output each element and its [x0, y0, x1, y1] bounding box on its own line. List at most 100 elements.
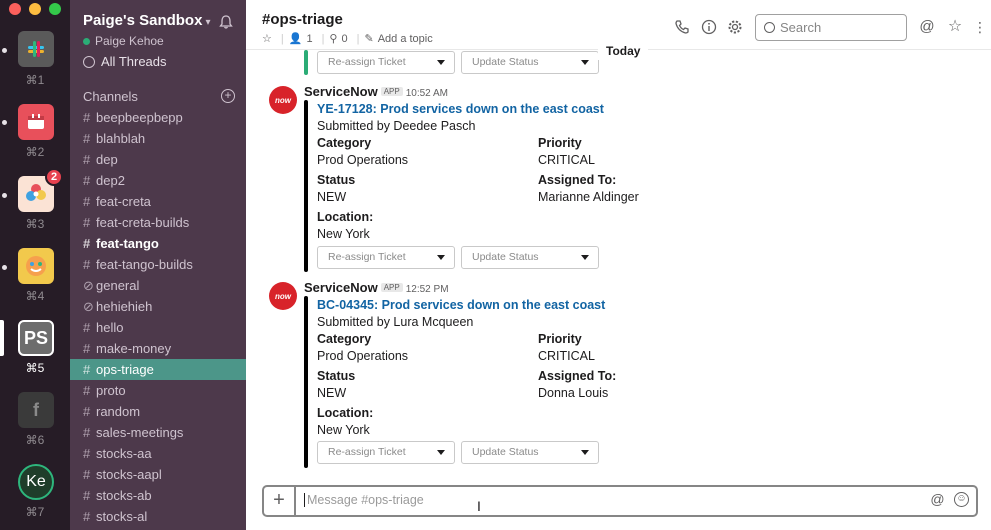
sidebar-channel-dep2[interactable]: # dep2 [70, 170, 246, 191]
channel-name: random [96, 404, 141, 419]
all-threads-link[interactable]: All Threads [83, 54, 167, 69]
ticket-link[interactable]: YE-17128: Prod services down on the east… [317, 102, 604, 116]
update-status-select[interactable]: Update Status [461, 246, 599, 269]
channel-name: hehiehieh [96, 299, 153, 314]
channels-header[interactable]: Channels [83, 89, 138, 104]
ticket-link[interactable]: BC-04345: Prod services down on the east… [317, 298, 605, 312]
hash-icon: # [83, 110, 91, 125]
sidebar-channel-hello[interactable]: # hello [70, 317, 246, 338]
workspace-selected-indicator [0, 320, 4, 356]
channel-name: proto [96, 383, 126, 398]
caret-down-icon [437, 255, 445, 260]
workspace-1-button[interactable] [18, 31, 54, 67]
channel-name: stocks-aa [96, 446, 152, 461]
calendar-app-icon [28, 114, 44, 129]
more-options-icon[interactable]: ⋮ [972, 19, 988, 35]
workspace-switcher: ⌘1 ⌘2 2 ⌘3 ⌘4 PS ⌘5 f ⌘6 Ke ⌘7 [0, 0, 70, 530]
message-header: ServiceNow APP 10:52 AM [304, 84, 448, 99]
workspace-3-shortcut: ⌘3 [25, 217, 45, 231]
workspace-7-shortcut: ⌘7 [25, 505, 45, 519]
channel-title[interactable]: #ops-triage [262, 11, 343, 28]
channel-name: stocks-al [96, 509, 148, 524]
workspace-1-shortcut: ⌘1 [25, 73, 45, 87]
sidebar-channel-feat-creta[interactable]: # feat-creta [70, 191, 246, 212]
workspace-7-button[interactable]: Ke [18, 464, 54, 500]
servicenow-avatar[interactable]: now [269, 86, 297, 114]
message-input[interactable]: Message #ops-triage [304, 493, 424, 507]
caret-down-icon [581, 450, 589, 455]
sidebar-channel-stocks-ab[interactable]: # stocks-ab [70, 485, 246, 506]
reassign-ticket-select[interactable]: Re-assign Ticket [317, 246, 455, 269]
emoji-icon[interactable]: ☺ [954, 492, 969, 507]
user-presence[interactable]: Paige Kehoe [83, 34, 164, 48]
add-topic-link[interactable]: Add a topic [378, 33, 433, 45]
workspace-5-button[interactable]: PS [18, 320, 54, 356]
select-label: Update Status [472, 56, 539, 68]
window-close-button[interactable] [9, 3, 21, 15]
pin-icon[interactable]: ⚲ [329, 32, 337, 45]
pinwheel-logo-icon [26, 184, 46, 201]
hash-icon: # [83, 257, 91, 272]
sidebar-channel-ops-triage[interactable]: # ops-triage [70, 359, 246, 380]
sidebar-channel-feat-tango-builds[interactable]: # feat-tango-builds [70, 254, 246, 275]
message-timestamp[interactable]: 12:52 PM [406, 284, 449, 295]
hash-icon: # [83, 488, 91, 503]
sidebar-channel-beepbeepbepp[interactable]: # beepbeepbepp [70, 107, 246, 128]
sidebar-channel-stocks-aapl[interactable]: # stocks-aapl [70, 464, 246, 485]
update-status-select[interactable]: Update Status [461, 441, 599, 464]
sidebar-channel-make-money[interactable]: # make-money [70, 338, 246, 359]
servicenow-avatar[interactable]: now [269, 282, 297, 310]
window-maximize-button[interactable] [49, 3, 61, 15]
workspace-unread-dot [2, 193, 7, 198]
hash-icon: # [83, 383, 91, 398]
mention-icon[interactable]: @ [930, 492, 945, 507]
sidebar-channel-general[interactable]: ⊘ general [70, 275, 246, 296]
channel-name: general [96, 278, 140, 293]
sidebar-channel-sales-meetings[interactable]: # sales-meetings [70, 422, 246, 443]
location-label: Location: [317, 210, 374, 224]
sender-name[interactable]: ServiceNow [304, 84, 378, 99]
member-count[interactable]: 1 [306, 33, 312, 45]
workspace-6-button[interactable]: f [18, 392, 54, 428]
app-badge: APP [380, 283, 403, 292]
hash-icon: # [83, 446, 91, 461]
sidebar-channel-stocks-al[interactable]: # stocks-al [70, 506, 246, 527]
search-input[interactable]: Search [755, 14, 907, 41]
workspace-2-button[interactable] [18, 104, 54, 140]
category-label: Category [317, 332, 372, 346]
channel-name: make-money [96, 341, 172, 356]
gear-icon[interactable] [727, 19, 743, 35]
phone-icon[interactable] [674, 19, 690, 35]
message-timestamp[interactable]: 10:52 AM [406, 88, 448, 99]
mentions-icon[interactable]: @ [919, 19, 935, 35]
category-label: Category [317, 136, 372, 150]
star-icon[interactable]: ☆ [262, 32, 272, 45]
attachment-bar [304, 100, 308, 272]
hash-icon: # [83, 467, 91, 482]
members-icon[interactable]: 👤 [289, 32, 303, 45]
reassign-ticket-select[interactable]: Re-assign Ticket [317, 441, 455, 464]
update-status-select[interactable]: Update Status [461, 51, 599, 74]
sidebar-channel-feat-tango[interactable]: # feat-tango [70, 233, 246, 254]
team-menu-button[interactable]: Paige's Sandbox ▾ [83, 12, 210, 29]
sidebar-channel-blahblah[interactable]: # blahblah [70, 128, 246, 149]
workspace-4-button[interactable] [18, 248, 54, 284]
plus-icon[interactable]: + [264, 487, 296, 515]
sidebar-channel-hehiehieh[interactable]: ⊘ hehiehieh [70, 296, 246, 317]
window-minimize-button[interactable] [29, 3, 41, 15]
sidebar-channel-proto[interactable]: # proto [70, 380, 246, 401]
bell-icon[interactable] [218, 14, 234, 30]
sender-name[interactable]: ServiceNow [304, 280, 378, 295]
sidebar-channel-feat-creta-builds[interactable]: # feat-creta-builds [70, 212, 246, 233]
reassign-ticket-select[interactable]: Re-assign Ticket [317, 51, 455, 74]
select-label: Re-assign Ticket [328, 56, 406, 68]
sidebar-channel-stocks-aa[interactable]: # stocks-aa [70, 443, 246, 464]
star-outline-icon[interactable]: ☆ [947, 19, 963, 35]
sidebar-channel-random[interactable]: # random [70, 401, 246, 422]
sidebar-channel-dep[interactable]: # dep [70, 149, 246, 170]
info-icon[interactable] [701, 19, 717, 35]
pin-count[interactable]: 0 [341, 33, 347, 45]
channel-name: feat-creta-builds [96, 215, 190, 230]
channel-sidebar: Paige's Sandbox ▾ Paige Kehoe All Threads… [70, 0, 246, 530]
add-channel-icon[interactable]: + [221, 89, 235, 103]
